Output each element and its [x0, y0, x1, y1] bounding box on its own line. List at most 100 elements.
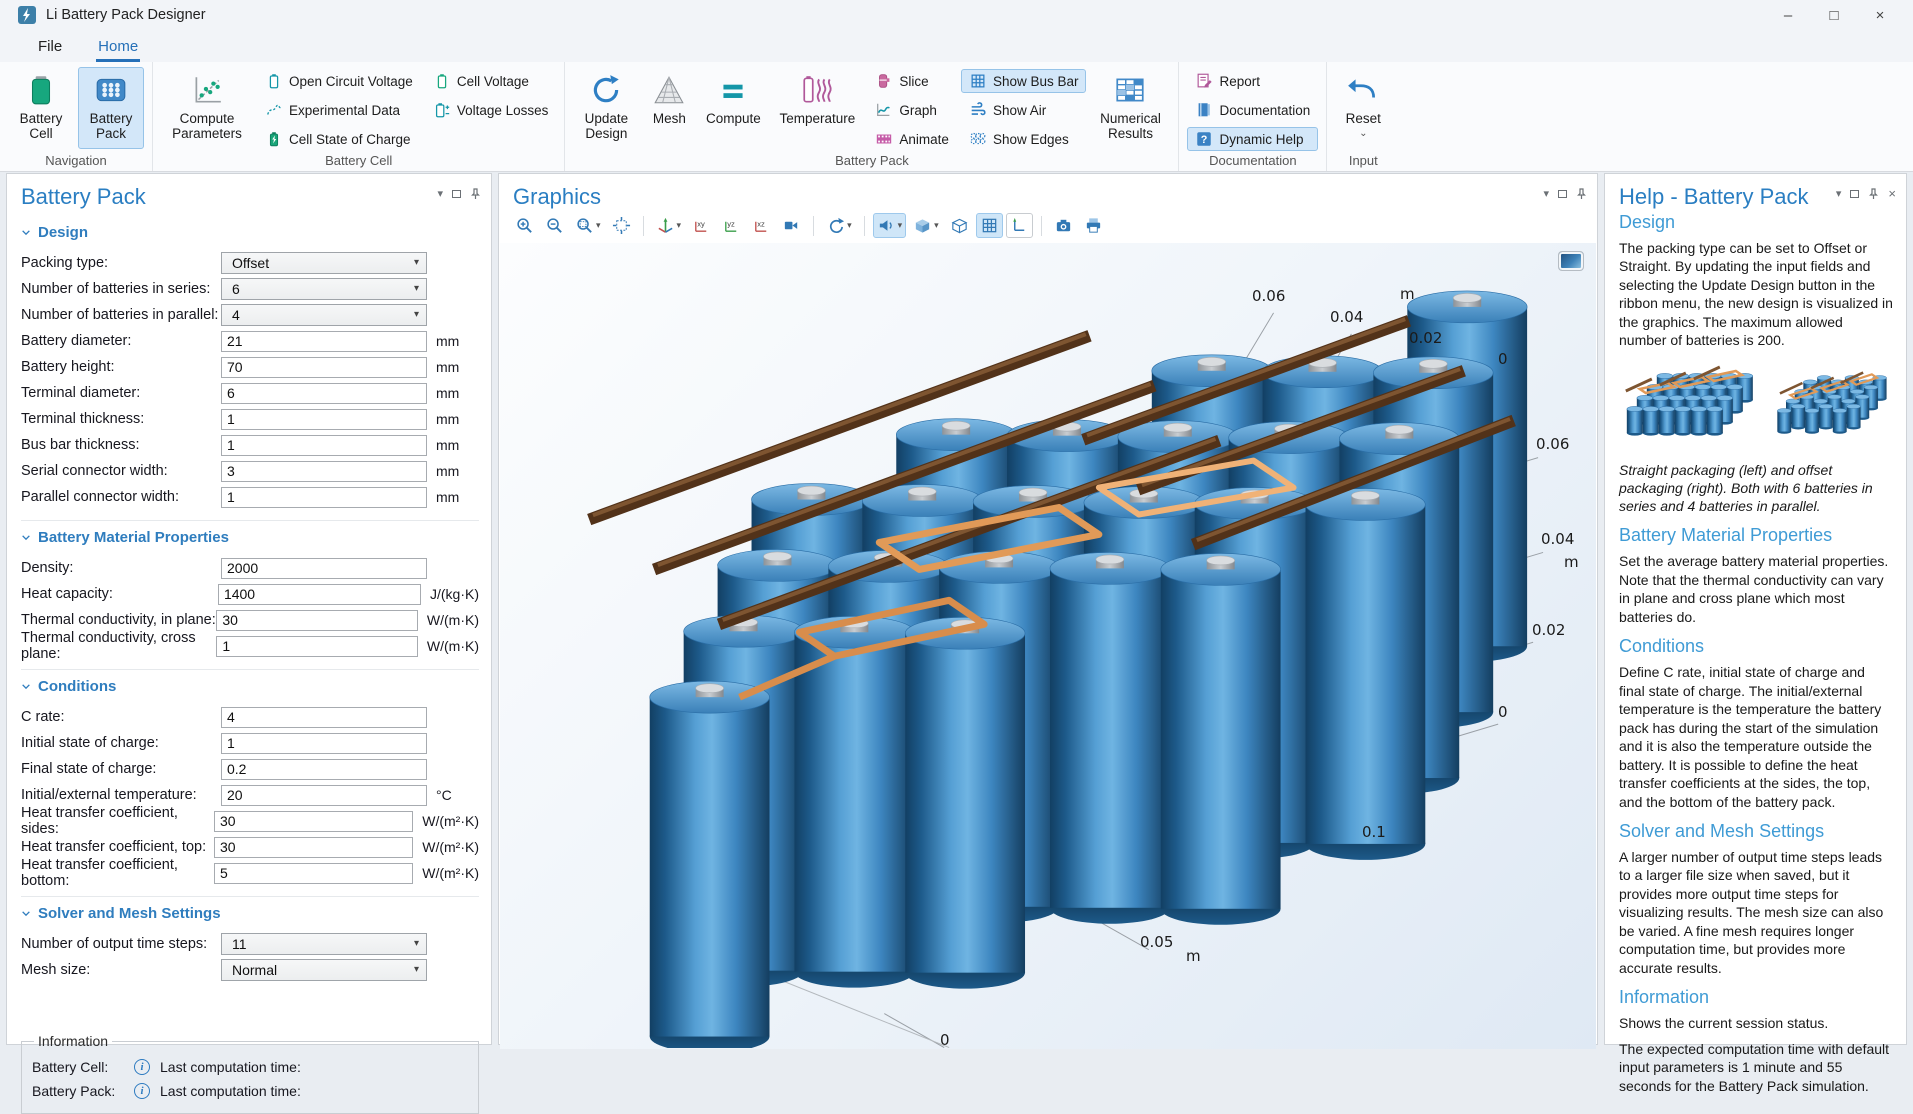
battery-pack-label: Battery Pack — [82, 111, 140, 141]
axis-tick-label: 0.04 — [1541, 530, 1574, 548]
dynamic-help-button[interactable]: ? Dynamic Help — [1187, 127, 1318, 151]
battery-diameter-input[interactable] — [221, 331, 427, 352]
animate-button[interactable]: Animate — [867, 127, 957, 151]
slice-button[interactable]: Slice — [867, 69, 957, 93]
bus-bar-thickness-input[interactable] — [221, 435, 427, 456]
show-bus-bar-button[interactable]: Show Bus Bar — [961, 69, 1087, 93]
numerical-results-button[interactable]: Numerical Results — [1090, 67, 1170, 149]
zoom-out-button[interactable] — [541, 213, 568, 238]
open-circuit-voltage-button[interactable]: Open Circuit Voltage — [257, 69, 421, 93]
help-heading-conditions: Conditions — [1619, 636, 1894, 657]
section-design-header[interactable]: Design — [21, 224, 479, 241]
panel-collapse-icon[interactable]: ▾ — [437, 189, 443, 199]
section-material-header[interactable]: Battery Material Properties — [21, 529, 479, 546]
show-edges-button[interactable]: Show Edges — [961, 127, 1087, 151]
wireframe-button[interactable] — [946, 213, 973, 238]
caret-icon[interactable]: ▾ — [934, 220, 939, 231]
scene-camera-button[interactable] — [778, 213, 805, 238]
cell-voltage-button[interactable]: Cell Voltage — [425, 69, 557, 93]
initial-external-temperature-input[interactable] — [221, 785, 427, 806]
view-xy-button[interactable]: xy — [688, 213, 715, 238]
thermal-conductivity-cross-plane-input[interactable] — [216, 636, 418, 657]
caret-icon[interactable]: ▾ — [898, 220, 903, 231]
panel-pin-icon[interactable] — [1868, 188, 1879, 200]
serial-connector-width-input[interactable] — [221, 461, 427, 482]
zoom-box-button[interactable]: ▾ — [571, 213, 605, 238]
final-soc-input[interactable] — [221, 759, 427, 780]
caret-icon[interactable]: ▾ — [847, 220, 852, 231]
zoom-extents-button[interactable] — [608, 213, 635, 238]
reset-button[interactable]: Reset ⌄ — [1335, 67, 1391, 149]
cell-state-of-charge-button[interactable]: Cell State of Charge — [257, 127, 421, 151]
update-design-button[interactable]: Update Design — [573, 67, 639, 149]
heat-transfer-sides-input[interactable] — [214, 811, 413, 832]
help-text-information-2: The expected computation time with defau… — [1619, 1040, 1894, 1095]
battery-diameter-label: Battery diameter: — [21, 333, 221, 349]
zoom-in-button[interactable] — [511, 213, 538, 238]
minimize-button[interactable]: – — [1765, 0, 1811, 30]
graphics-canvas[interactable]: 0.06 0.04 0.02 0 m 0.06 0.04 m 0.02 0 0.… — [500, 243, 1596, 1049]
view-xz-button[interactable]: xz — [748, 213, 775, 238]
report-button[interactable]: Report — [1187, 69, 1318, 93]
battery-cell-button[interactable]: Battery Cell — [8, 67, 74, 149]
panel-float-icon[interactable] — [1850, 190, 1859, 198]
view-yz-button[interactable]: yz — [718, 213, 745, 238]
group-label-battery-cell: Battery Cell — [157, 152, 560, 171]
tab-file[interactable]: File — [24, 33, 76, 62]
compute-button[interactable]: Compute — [699, 67, 767, 149]
heat-capacity-input[interactable] — [218, 584, 421, 605]
screenshot-button[interactable] — [1050, 213, 1077, 238]
heat-transfer-top-input[interactable] — [214, 837, 413, 858]
panel-close-icon[interactable]: × — [1888, 189, 1896, 199]
panel-float-icon[interactable] — [452, 190, 461, 198]
compute-parameters-button[interactable]: Compute Parameters — [161, 67, 253, 149]
open-circuit-voltage-icon — [265, 72, 283, 90]
batteries-parallel-select[interactable]: 4▾ — [221, 304, 427, 326]
thermal-conductivity-in-plane-input[interactable] — [216, 610, 418, 631]
show-air-button[interactable]: Show Air — [961, 98, 1087, 122]
c-rate-input[interactable] — [221, 707, 427, 728]
straight-packaging-image — [1619, 357, 1765, 457]
tab-home[interactable]: Home — [84, 33, 152, 62]
voltage-losses-button[interactable]: Voltage Losses — [425, 98, 557, 122]
maximize-button[interactable]: □ — [1811, 0, 1857, 30]
batteries-series-select[interactable]: 6▾ — [221, 278, 427, 300]
graphics-context-button[interactable] — [1558, 251, 1584, 271]
toolbar-separator — [813, 216, 814, 236]
grid-toggle-button[interactable] — [976, 213, 1003, 238]
axis-view-button[interactable] — [1006, 213, 1033, 238]
heat-transfer-bottom-input[interactable] — [214, 863, 413, 884]
close-button[interactable]: × — [1857, 0, 1903, 30]
terminal-diameter-input[interactable] — [221, 383, 427, 404]
section-solver-header[interactable]: Solver and Mesh Settings — [21, 905, 479, 922]
graph-button[interactable]: Graph — [867, 98, 957, 122]
transparency-button[interactable]: ▾ — [909, 213, 943, 238]
panel-collapse-icon[interactable]: ▾ — [1836, 189, 1842, 199]
section-conditions-header[interactable]: Conditions — [21, 678, 479, 695]
packing-type-select[interactable]: Offset▾ — [221, 252, 427, 274]
mesh-size-select[interactable]: Normal▾ — [221, 959, 427, 981]
caret-icon[interactable]: ▾ — [596, 220, 601, 231]
parallel-connector-width-input[interactable] — [221, 487, 427, 508]
rotate-button[interactable]: ▾ — [822, 213, 856, 238]
initial-soc-input[interactable] — [221, 733, 427, 754]
panel-pin-icon[interactable] — [470, 188, 481, 200]
temperature-button[interactable]: Temperature — [771, 67, 863, 149]
reset-caret-icon[interactable]: ⌄ — [1359, 128, 1367, 139]
panel-collapse-icon[interactable]: ▾ — [1543, 189, 1549, 199]
density-input[interactable] — [221, 558, 427, 579]
terminal-thickness-input[interactable] — [221, 409, 427, 430]
panel-float-icon[interactable] — [1558, 190, 1567, 198]
mesh-button[interactable]: Mesh — [643, 67, 695, 149]
heat-transfer-bottom-label: Heat transfer coefficient, bottom: — [21, 857, 214, 889]
documentation-button[interactable]: Documentation — [1187, 98, 1318, 122]
speaker-toggle-button[interactable]: ▾ — [873, 213, 907, 238]
caret-icon[interactable]: ▾ — [677, 220, 682, 231]
print-button[interactable] — [1080, 213, 1107, 238]
default-view-button[interactable]: ▾ — [652, 213, 686, 238]
battery-pack-button[interactable]: Battery Pack — [78, 67, 144, 149]
output-time-steps-select[interactable]: 11▾ — [221, 933, 427, 955]
battery-height-input[interactable] — [221, 357, 427, 378]
panel-pin-icon[interactable] — [1576, 188, 1587, 200]
experimental-data-button[interactable]: Experimental Data — [257, 98, 421, 122]
